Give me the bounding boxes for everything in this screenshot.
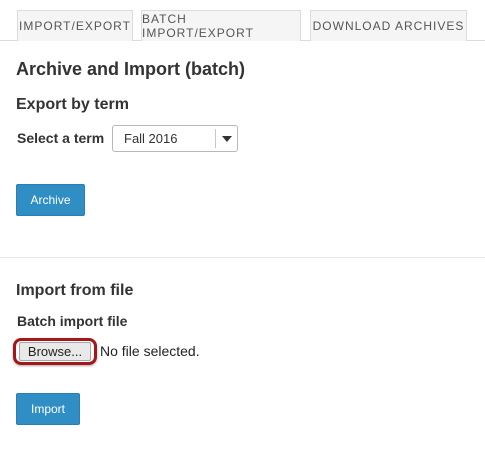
import-section-heading: Import from file (16, 282, 134, 299)
import-button[interactable]: Import (16, 393, 80, 425)
tab-batch-import-export[interactable]: BATCH IMPORT/EXPORT (141, 10, 301, 41)
page-title: Archive and Import (batch) (16, 59, 246, 79)
archive-button[interactable]: Archive (16, 184, 85, 216)
batch-import-file-label: Batch import file (17, 313, 128, 329)
term-select-value: Fall 2016 (124, 131, 178, 146)
select-separator (215, 129, 216, 148)
file-status-text: No file selected. (100, 343, 200, 359)
chevron-down-icon[interactable] (222, 136, 232, 142)
export-section-heading: Export by term (16, 96, 129, 113)
tab-download-archives[interactable]: DOWNLOAD ARCHIVES (310, 10, 467, 41)
tab-bar: IMPORT/EXPORT BATCH IMPORT/EXPORT DOWNLO… (0, 0, 485, 41)
term-select-label: Select a term (17, 130, 105, 146)
term-select[interactable]: Fall 2016 (112, 125, 238, 152)
browse-button[interactable]: Browse... (19, 342, 91, 361)
section-divider (0, 257, 485, 258)
tab-import-export[interactable]: IMPORT/EXPORT (17, 10, 133, 41)
